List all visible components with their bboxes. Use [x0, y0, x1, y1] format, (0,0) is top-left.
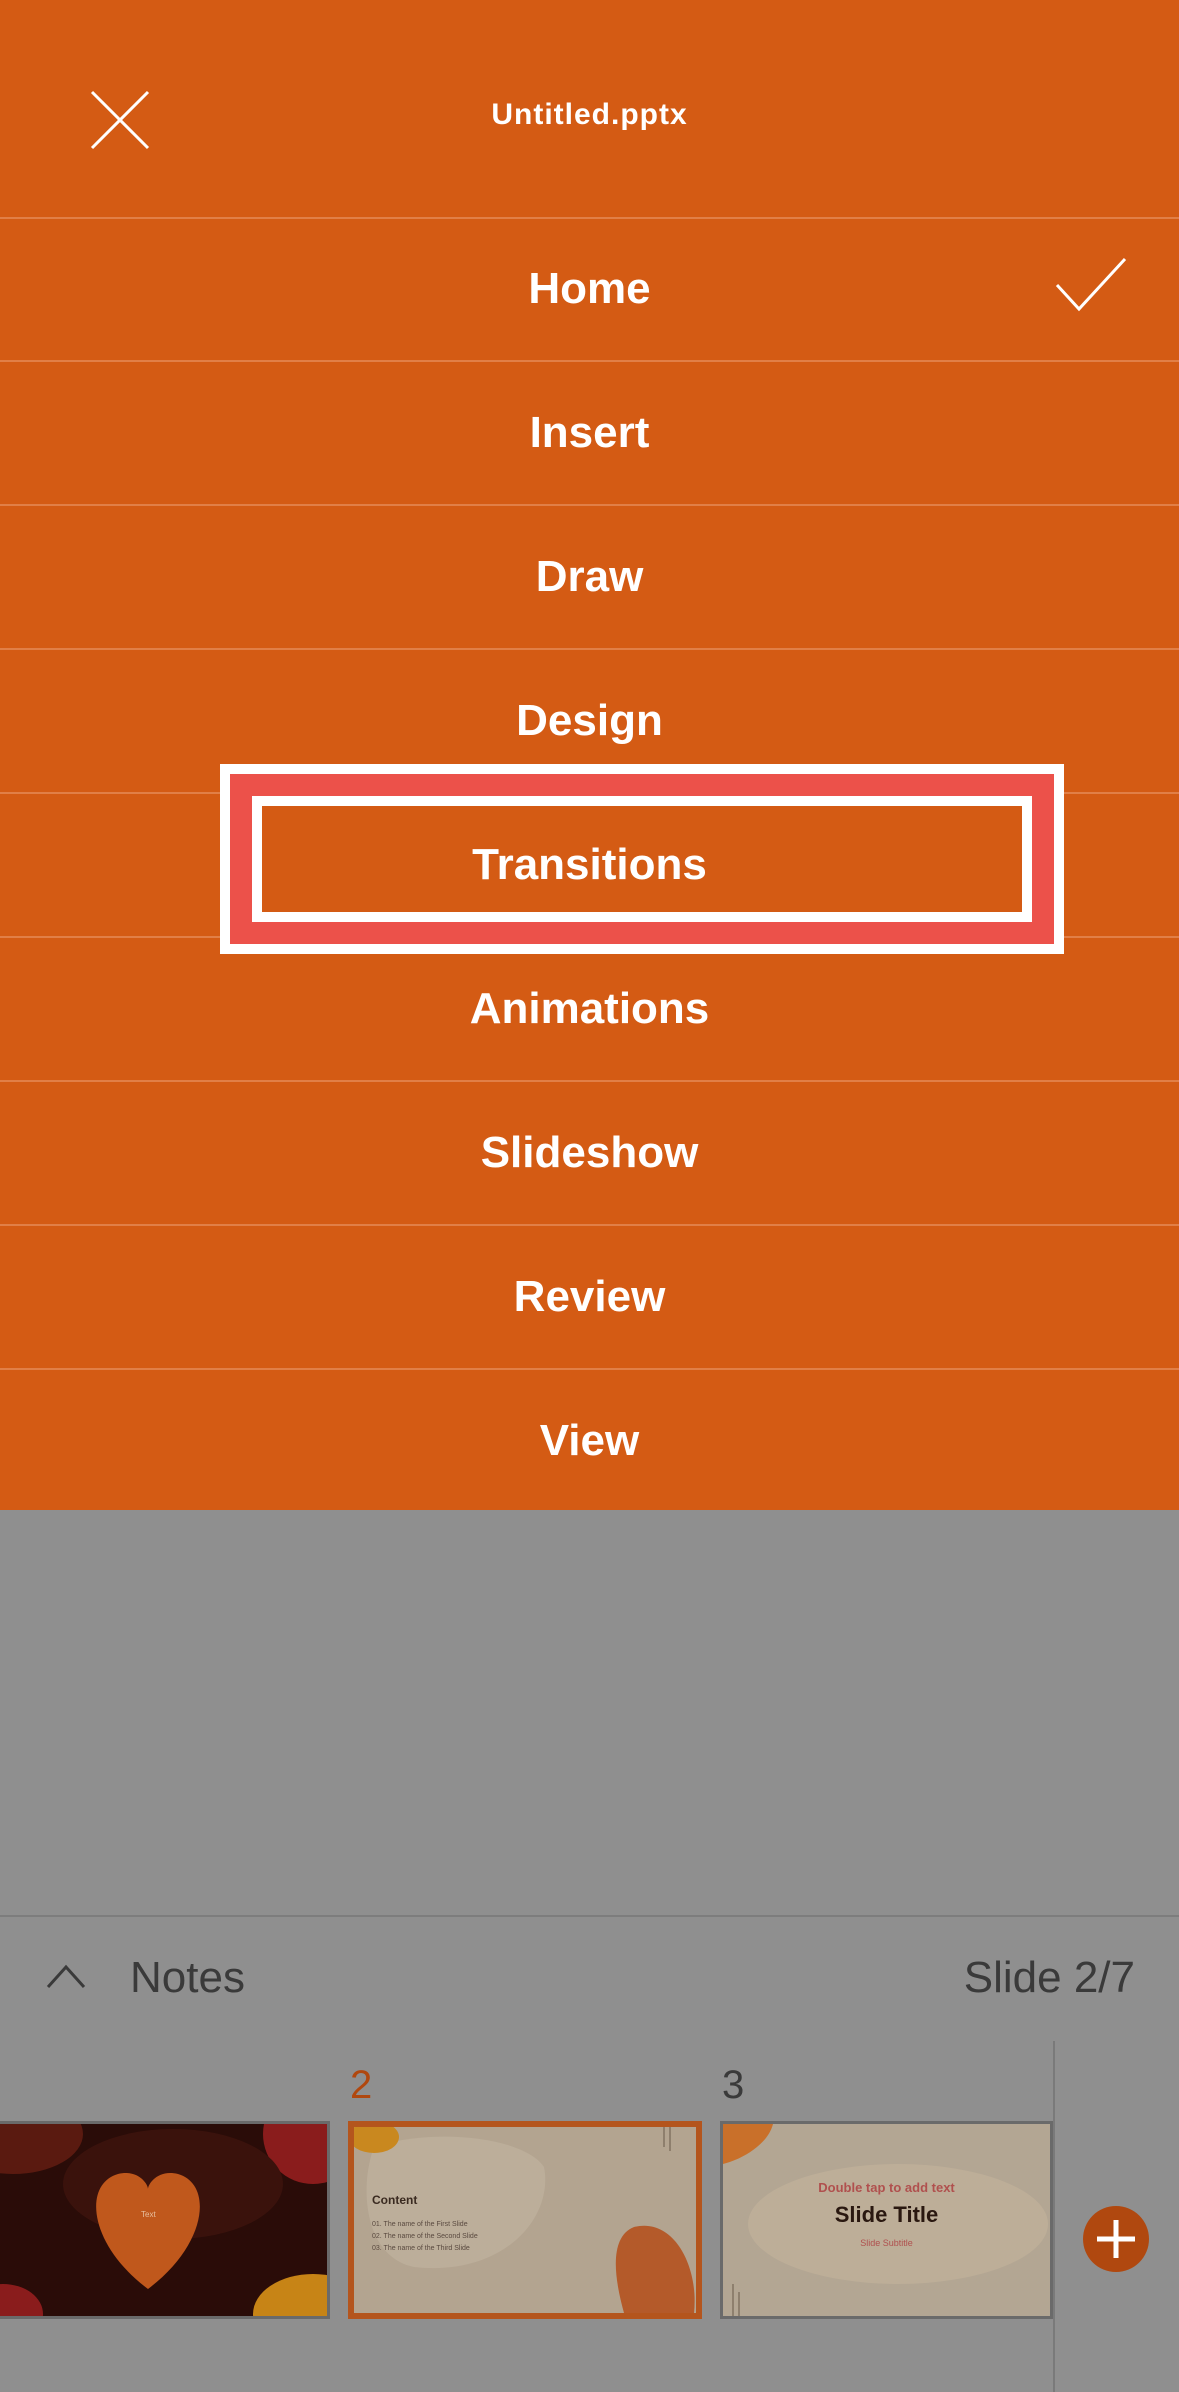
- strip-divider: [1053, 2041, 1055, 2392]
- menu-item-label: Insert: [529, 407, 650, 457]
- notes-toggle[interactable]: Notes: [130, 1953, 245, 2003]
- ribbon-tab-menu: Untitled.pptx Home Insert Draw Design Tr…: [0, 0, 1179, 1510]
- file-title: Untitled.pptx: [491, 98, 688, 131]
- menu-item-animations[interactable]: Animations: [0, 937, 1179, 1082]
- menu-item-home[interactable]: Home: [0, 217, 1179, 362]
- slide-number: 2: [350, 2063, 373, 2107]
- slide-3-subtitle: Slide Subtitle: [860, 2238, 913, 2248]
- slide-thumbnail-2[interactable]: Content 01. The name of the First Slide …: [348, 2121, 702, 2319]
- menu-item-label: Home: [528, 263, 651, 313]
- menu-item-insert[interactable]: Insert: [0, 361, 1179, 506]
- menu-header: Untitled.pptx: [0, 0, 1179, 219]
- slide-1-text: Text: [141, 2210, 156, 2219]
- slide-3-title: Slide Title: [834, 2202, 939, 2227]
- chevron-up-icon[interactable]: [46, 1961, 86, 1991]
- menu-item-review[interactable]: Review: [0, 1225, 1179, 1370]
- highlight-inner-border: [252, 796, 1032, 922]
- slide-thumbnail-strip: 2 3 Text Content 01. The name of the Fir…: [0, 2041, 1179, 2392]
- plus-icon: [1097, 2220, 1135, 2258]
- slide-thumbnail-3[interactable]: Double tap to add text Slide Title Slide…: [720, 2121, 1053, 2319]
- slide-thumbnail-1[interactable]: Text: [0, 2121, 330, 2319]
- slide-number: 3: [722, 2063, 745, 2107]
- menu-item-label: Animations: [469, 983, 710, 1033]
- menu-item-view[interactable]: View: [0, 1369, 1179, 1512]
- canvas-backdrop: [0, 1510, 1179, 1915]
- slide-1-artwork: [0, 2124, 327, 2316]
- slide-2-line: 03. The name of the Third Slide: [372, 2245, 470, 2252]
- menu-item-label: Review: [513, 1271, 666, 1321]
- checkmark-icon: [1055, 257, 1127, 312]
- menu-item-label: View: [539, 1415, 640, 1465]
- slide-2-line: 01. The name of the First Slide: [372, 2221, 468, 2228]
- menu-item-slideshow[interactable]: Slideshow: [0, 1081, 1179, 1226]
- slide-2-title: Content: [372, 2193, 418, 2207]
- slide-counter: Slide 2/7: [963, 1953, 1135, 2002]
- menu-item-label: Slideshow: [480, 1127, 699, 1177]
- notes-bar: Notes Slide 2/7: [0, 1915, 1179, 2043]
- menu-item-draw[interactable]: Draw: [0, 505, 1179, 650]
- menu-item-label: Design: [516, 695, 663, 745]
- add-slide-button[interactable]: [1083, 2206, 1149, 2272]
- menu-item-label: Draw: [535, 551, 644, 601]
- slide-2-artwork: [354, 2127, 696, 2313]
- slide-3-placeholder-text: Double tap to add text: [818, 2180, 955, 2195]
- slide-2-line: 02. The name of the Second Slide: [372, 2233, 478, 2240]
- highlight-frame: [220, 764, 1064, 954]
